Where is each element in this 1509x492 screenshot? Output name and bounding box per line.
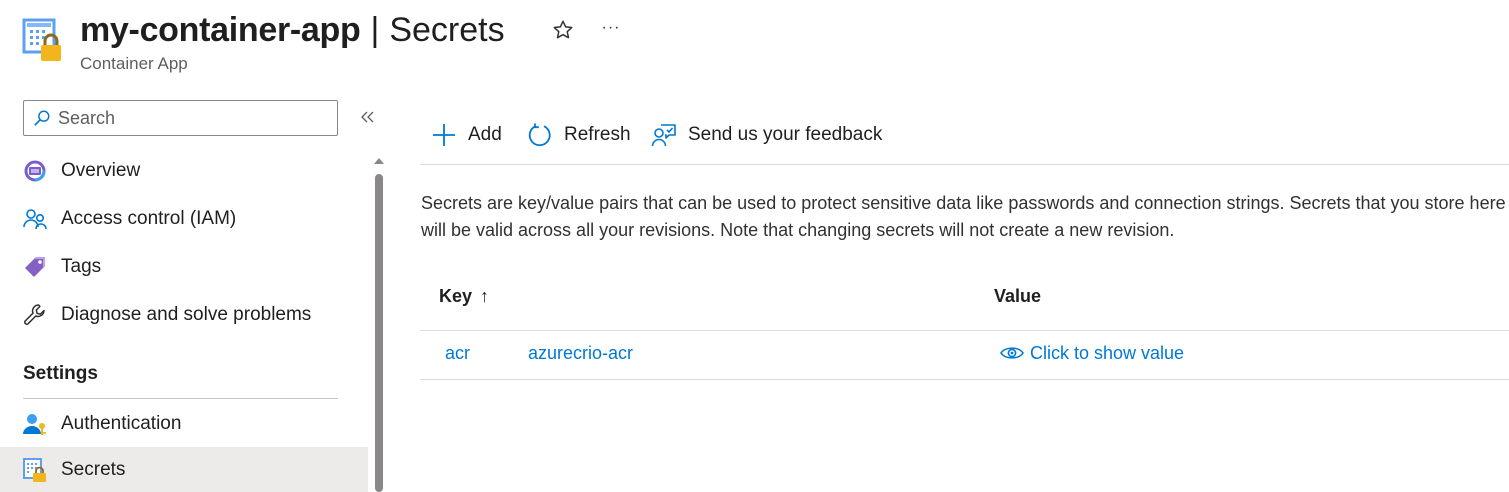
sidebar-item-label: Overview: [61, 160, 141, 181]
sidebar-item-authentication[interactable]: Authentication: [0, 401, 368, 447]
sidebar-item-label: Authentication: [61, 413, 182, 434]
wrench-icon: [22, 302, 48, 328]
scroll-up-button[interactable]: [373, 152, 385, 164]
section-title: Secrets: [389, 10, 505, 49]
sidebar-item-label: Tags: [61, 256, 102, 277]
send-feedback-label: Send us your feedback: [688, 124, 883, 145]
more-icon: ···: [601, 19, 621, 36]
refresh-icon: [526, 121, 554, 149]
sidebar-scrollbar[interactable]: [375, 174, 383, 492]
add-label: Add: [468, 124, 502, 145]
people-icon: [22, 206, 48, 232]
feedback-icon: [650, 121, 678, 149]
show-value-button[interactable]: Click to show value: [1000, 340, 1184, 366]
favorite-button[interactable]: [551, 18, 575, 42]
container-app-icon: [22, 158, 48, 184]
refresh-button[interactable]: Refresh: [526, 118, 631, 152]
eye-icon: [1000, 343, 1024, 363]
secrets-description: Secrets are key/value pairs that can be …: [421, 193, 1506, 240]
sidebar-item-label: Access control (IAM): [61, 208, 237, 229]
caret-up-icon: [374, 158, 384, 164]
command-bar-divider: [420, 164, 1509, 165]
add-button[interactable]: Add: [430, 118, 502, 152]
send-feedback-button[interactable]: Send us your feedback: [650, 118, 882, 152]
secrets-page: my-container-app | Secrets ··· Container…: [0, 0, 1509, 492]
sidebar-item-access-control[interactable]: Access control (IAM): [0, 196, 368, 242]
resource-type: Container App: [80, 54, 188, 73]
sidebar-item-diagnose[interactable]: Diagnose and solve problems: [0, 292, 368, 338]
secret-lock-icon: [22, 457, 48, 483]
sidebar-search[interactable]: [23, 100, 338, 136]
title-separator: |: [370, 10, 380, 49]
sidebar-item-secrets[interactable]: Secrets: [0, 447, 368, 492]
search-icon: [32, 108, 52, 128]
table-header-divider: [420, 330, 1509, 331]
column-header-label: Value: [994, 286, 1042, 306]
sidebar-item-tags[interactable]: Tags: [0, 244, 368, 290]
more-options-button[interactable]: ···: [599, 18, 623, 38]
sidebar-item-label: Secrets: [61, 459, 126, 480]
section-divider: [23, 398, 338, 399]
star-outline-icon: [553, 20, 573, 39]
column-header-key[interactable]: Key ↑: [439, 286, 489, 307]
resource-name: my-container-app: [80, 10, 361, 49]
user-key-icon: [22, 411, 48, 437]
double-chevron-left-icon: [361, 111, 374, 123]
settings-section-header: Settings: [23, 363, 98, 384]
sidebar-item-label: Diagnose and solve problems: [61, 304, 312, 325]
show-value-label: Click to show value: [1030, 342, 1185, 363]
sidebar-item-overview[interactable]: Overview: [0, 148, 368, 194]
search-input[interactable]: [58, 107, 318, 129]
tag-icon: [22, 254, 48, 280]
secret-key-link[interactable]: acr: [445, 343, 470, 364]
page-title: my-container-app | Secrets: [80, 8, 505, 52]
table-row-divider: [420, 379, 1509, 380]
sort-ascending-icon: ↑: [480, 286, 490, 306]
collapse-sidebar-button[interactable]: [356, 106, 380, 128]
plus-icon: [430, 121, 458, 149]
refresh-label: Refresh: [564, 124, 631, 145]
column-header-label: Key: [439, 286, 473, 306]
container-app-secrets-icon: [22, 16, 66, 64]
column-header-value[interactable]: Value: [994, 286, 1041, 307]
secret-name-link[interactable]: azurecrio-acr: [528, 343, 633, 364]
